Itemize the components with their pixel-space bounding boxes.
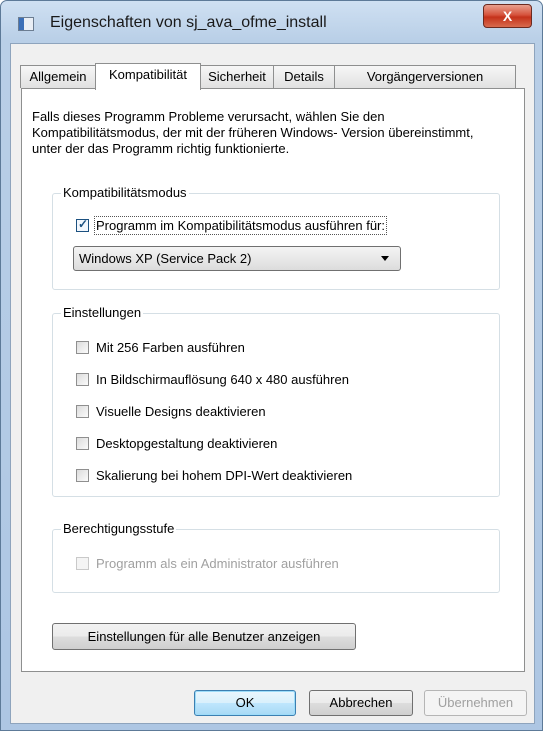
option-640x480-checkbox[interactable] [76, 373, 89, 386]
option-disable-dpi-scaling-checkbox[interactable] [76, 469, 89, 482]
option-disable-desktop-composition-checkbox[interactable] [76, 437, 89, 450]
close-button[interactable]: X [483, 4, 532, 28]
option-256-colors-checkbox[interactable] [76, 341, 89, 354]
option-disable-visual-themes-checkbox[interactable] [76, 405, 89, 418]
title-bar[interactable]: Eigenschaften von sj_ava_ofme_install X [1, 1, 542, 43]
close-icon: X [502, 8, 513, 24]
option-disable-visual-themes[interactable]: Visuelle Designs deaktivieren [76, 404, 266, 419]
settings-group-label: Einstellungen [61, 305, 144, 320]
tab-security[interactable]: Sicherheit [200, 65, 274, 88]
privilege-group-label: Berechtigungsstufe [61, 521, 177, 536]
compatibility-description: Falls dieses Programm Probleme verursach… [32, 109, 474, 156]
option-disable-dpi-scaling[interactable]: Skalierung bei hohem DPI-Wert deaktivier… [76, 468, 352, 483]
compat-mode-checkbox-row[interactable]: Programm im Kompatibilitätsmodus ausführ… [76, 216, 388, 235]
compat-mode-select-value: Windows XP (Service Pack 2) [79, 251, 252, 266]
ok-button[interactable]: OK [194, 690, 296, 716]
program-icon [18, 17, 34, 31]
compat-mode-select[interactable]: Windows XP (Service Pack 2) [73, 246, 401, 271]
option-640x480-label[interactable]: In Bildschirmauflösung 640 x 480 ausführ… [96, 372, 349, 387]
show-all-users-settings-button[interactable]: Einstellungen für alle Benutzer anzeigen [52, 623, 356, 650]
dropdown-arrow-icon[interactable] [381, 256, 389, 261]
option-256-colors-label[interactable]: Mit 256 Farben ausführen [96, 340, 245, 355]
compat-mode-group [52, 193, 500, 290]
option-256-colors[interactable]: Mit 256 Farben ausführen [76, 340, 245, 355]
tab-details[interactable]: Details [273, 65, 335, 88]
compat-mode-checkbox-label[interactable]: Programm im Kompatibilitätsmodus ausführ… [93, 216, 388, 235]
tab-compatibility[interactable]: Kompatibilität [95, 63, 201, 90]
apply-button: Übernehmen [424, 690, 527, 716]
run-as-admin-checkbox [76, 557, 89, 570]
option-640x480[interactable]: In Bildschirmauflösung 640 x 480 ausführ… [76, 372, 349, 387]
option-disable-desktop-composition[interactable]: Desktopgestaltung deaktivieren [76, 436, 277, 451]
option-disable-desktop-composition-label[interactable]: Desktopgestaltung deaktivieren [96, 436, 277, 451]
tab-general[interactable]: Allgemein [20, 65, 96, 88]
option-disable-dpi-scaling-label[interactable]: Skalierung bei hohem DPI-Wert deaktivier… [96, 468, 352, 483]
tab-previous-versions[interactable]: Vorgängerversionen [334, 65, 516, 88]
compat-mode-checkbox[interactable] [76, 217, 89, 232]
cancel-button[interactable]: Abbrechen [309, 690, 413, 716]
run-as-admin-label: Programm als ein Administrator ausführen [96, 556, 339, 571]
compat-mode-group-label: Kompatibilitätsmodus [61, 185, 189, 200]
tab-strip: Allgemein Kompatibilität Sicherheit Deta… [20, 63, 525, 90]
run-as-admin-row: Programm als ein Administrator ausführen [76, 556, 339, 571]
option-disable-visual-themes-label[interactable]: Visuelle Designs deaktivieren [96, 404, 266, 419]
window-title: Eigenschaften von sj_ava_ofme_install [50, 14, 327, 31]
